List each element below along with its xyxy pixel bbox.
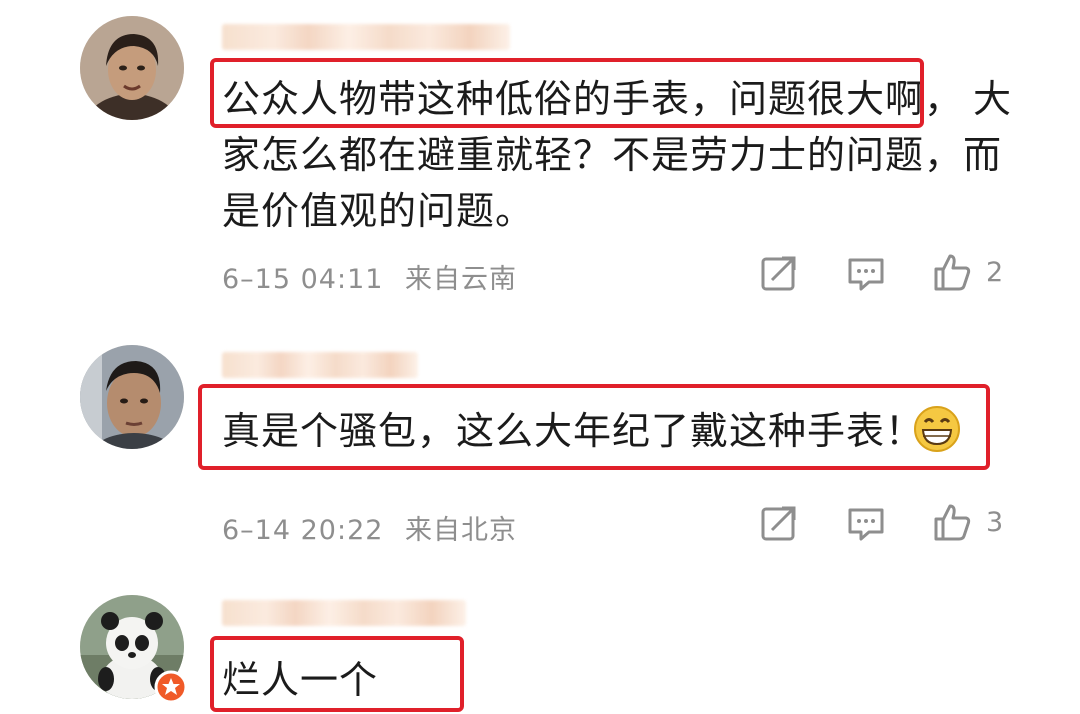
highlight-box (198, 384, 990, 470)
comment-icon (848, 258, 884, 291)
highlight-box (210, 58, 924, 128)
comment-icon (848, 508, 884, 541)
avatar[interactable] (80, 345, 184, 449)
like-count: 2 (986, 256, 1004, 288)
username-blurred[interactable] (222, 600, 466, 626)
badge-icon (154, 670, 188, 704)
username-blurred[interactable] (222, 24, 510, 50)
avatar[interactable] (80, 16, 184, 120)
location: 来自云南 (405, 264, 518, 295)
location: 来自北京 (405, 515, 518, 546)
timestamp: 6–14 20:22 (222, 515, 384, 546)
share-button[interactable] (760, 254, 798, 292)
reply-button[interactable] (847, 256, 885, 292)
timestamp: 6–15 04:11 (222, 264, 384, 295)
like-button[interactable]: 2 (932, 252, 1003, 292)
share-icon (761, 506, 796, 541)
username-blurred[interactable] (222, 352, 418, 378)
reply-button[interactable] (847, 506, 885, 542)
like-icon (934, 504, 971, 541)
like-icon (934, 254, 971, 291)
highlight-box (210, 636, 464, 712)
like-button[interactable]: 3 (932, 502, 1003, 542)
comment-meta: 6–15 04:11 来自云南 (222, 257, 517, 296)
like-count: 3 (986, 506, 1004, 538)
share-icon (761, 256, 796, 291)
comment-meta: 6–14 20:22 来自北京 (222, 508, 517, 547)
share-button[interactable] (760, 504, 798, 542)
verified-badge (154, 670, 188, 704)
